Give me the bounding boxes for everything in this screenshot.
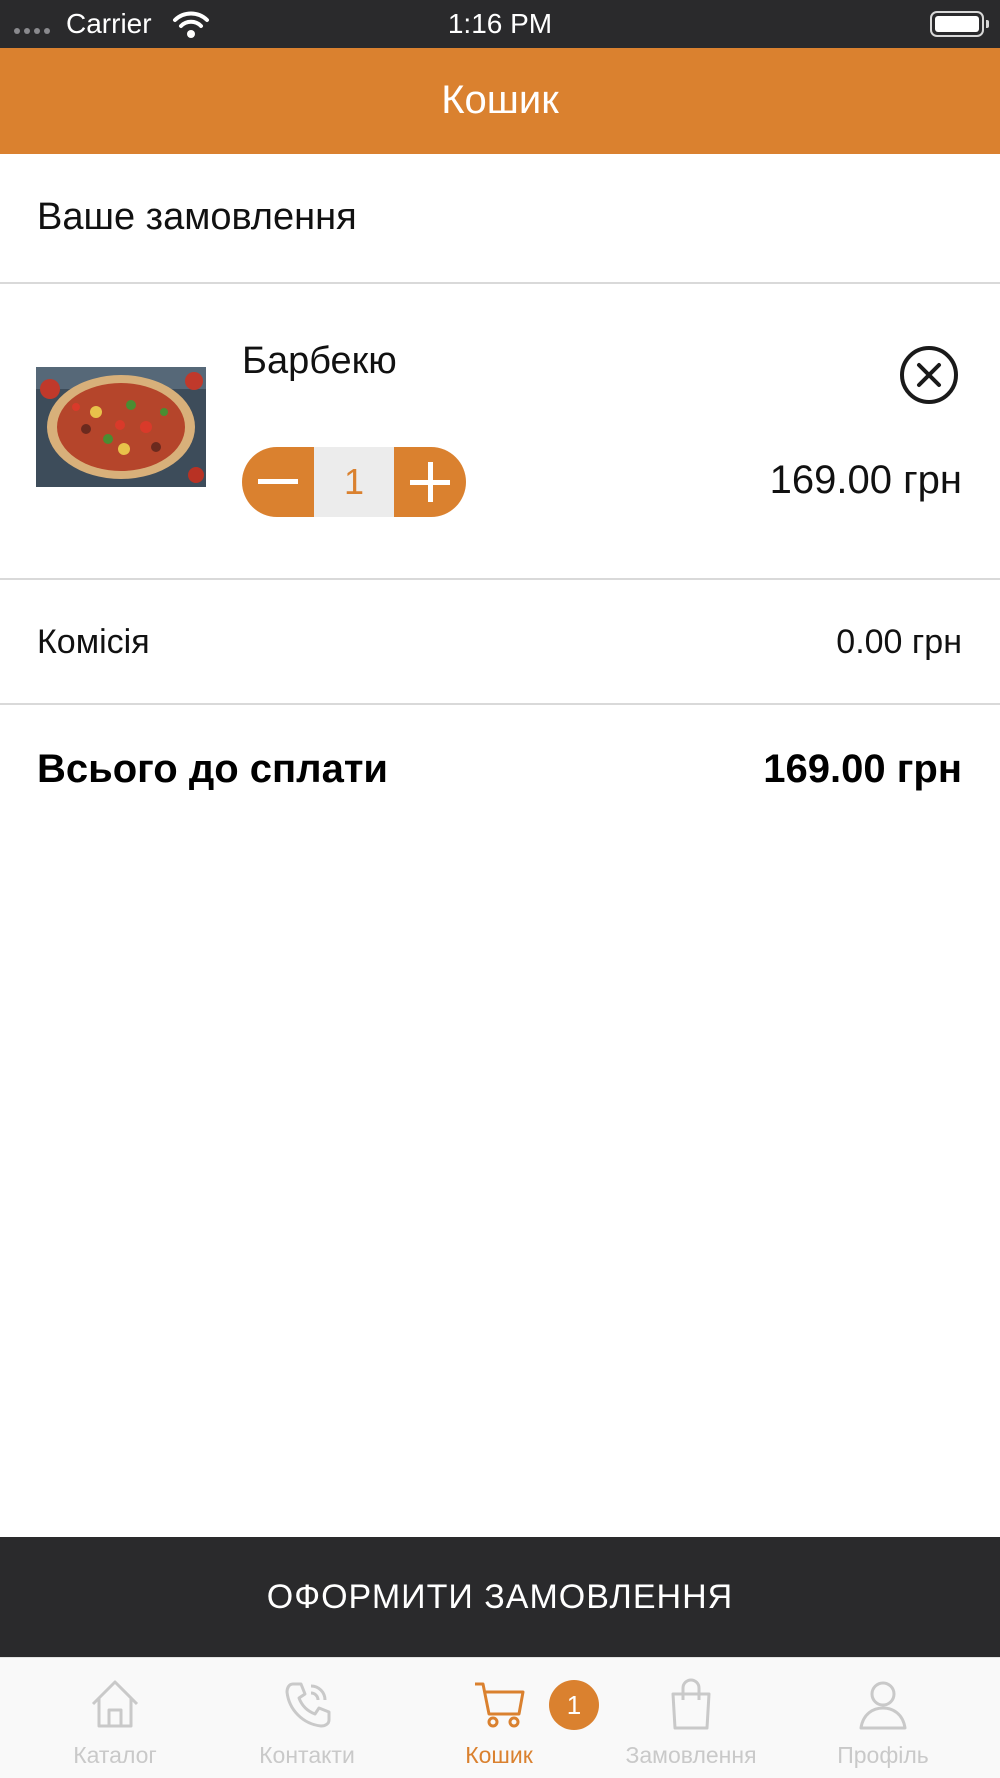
quantity-value: 1: [314, 447, 394, 517]
minus-icon: [258, 479, 298, 484]
order-section-title: Ваше замовлення: [37, 196, 357, 238]
tab-label: Кошик: [465, 1742, 533, 1768]
commission-label: Комісія: [37, 623, 150, 661]
tab-profile[interactable]: Профіль: [787, 1658, 979, 1778]
cart-count-badge: 1: [549, 1680, 599, 1730]
page-title: Кошик: [441, 78, 559, 122]
clock: 1:16 PM: [447, 8, 553, 39]
user-icon: [859, 1681, 907, 1730]
increase-quantity-button[interactable]: [394, 447, 466, 517]
close-icon: [917, 363, 941, 387]
tab-label: Профіль: [837, 1742, 929, 1768]
nav-bar: Кошик: [0, 48, 1000, 154]
remove-item-button[interactable]: [900, 346, 958, 404]
divider: [0, 282, 1000, 284]
total-value: 169.00 грн: [763, 747, 962, 791]
phone-icon: [285, 1682, 331, 1728]
tab-label: Замовлення: [625, 1742, 757, 1768]
product-name: Барбекю: [242, 340, 397, 382]
checkout-button[interactable]: ОФОРМИТИ ЗАМОВЛЕННЯ: [0, 1537, 1000, 1657]
tab-contacts[interactable]: Контакти: [211, 1658, 403, 1778]
cart-icon: [475, 1682, 525, 1728]
tab-label: Контакти: [259, 1742, 355, 1768]
plus-icon: [410, 462, 450, 502]
status-bar: Carrier 1:16 PM: [0, 0, 1000, 48]
home-icon: [91, 1680, 139, 1728]
decrease-quantity-button[interactable]: [242, 447, 314, 517]
divider: [0, 578, 1000, 580]
total-label: Всього до сплати: [37, 747, 389, 791]
product-image-pizza: [36, 367, 206, 487]
tab-label: Каталог: [73, 1742, 157, 1768]
battery-icon: [930, 11, 989, 37]
tab-bar: Каталог Контакти Кошик Замовлення Профіл…: [0, 1657, 1000, 1778]
tab-orders[interactable]: Замовлення: [595, 1658, 787, 1778]
commission-value: 0.00 грн: [836, 623, 962, 661]
bag-icon: [671, 1678, 711, 1730]
product-price: 169.00 грн: [769, 458, 962, 502]
tab-catalog[interactable]: Каталог: [19, 1658, 211, 1778]
quantity-stepper: 1: [242, 447, 466, 517]
divider: [0, 703, 1000, 705]
